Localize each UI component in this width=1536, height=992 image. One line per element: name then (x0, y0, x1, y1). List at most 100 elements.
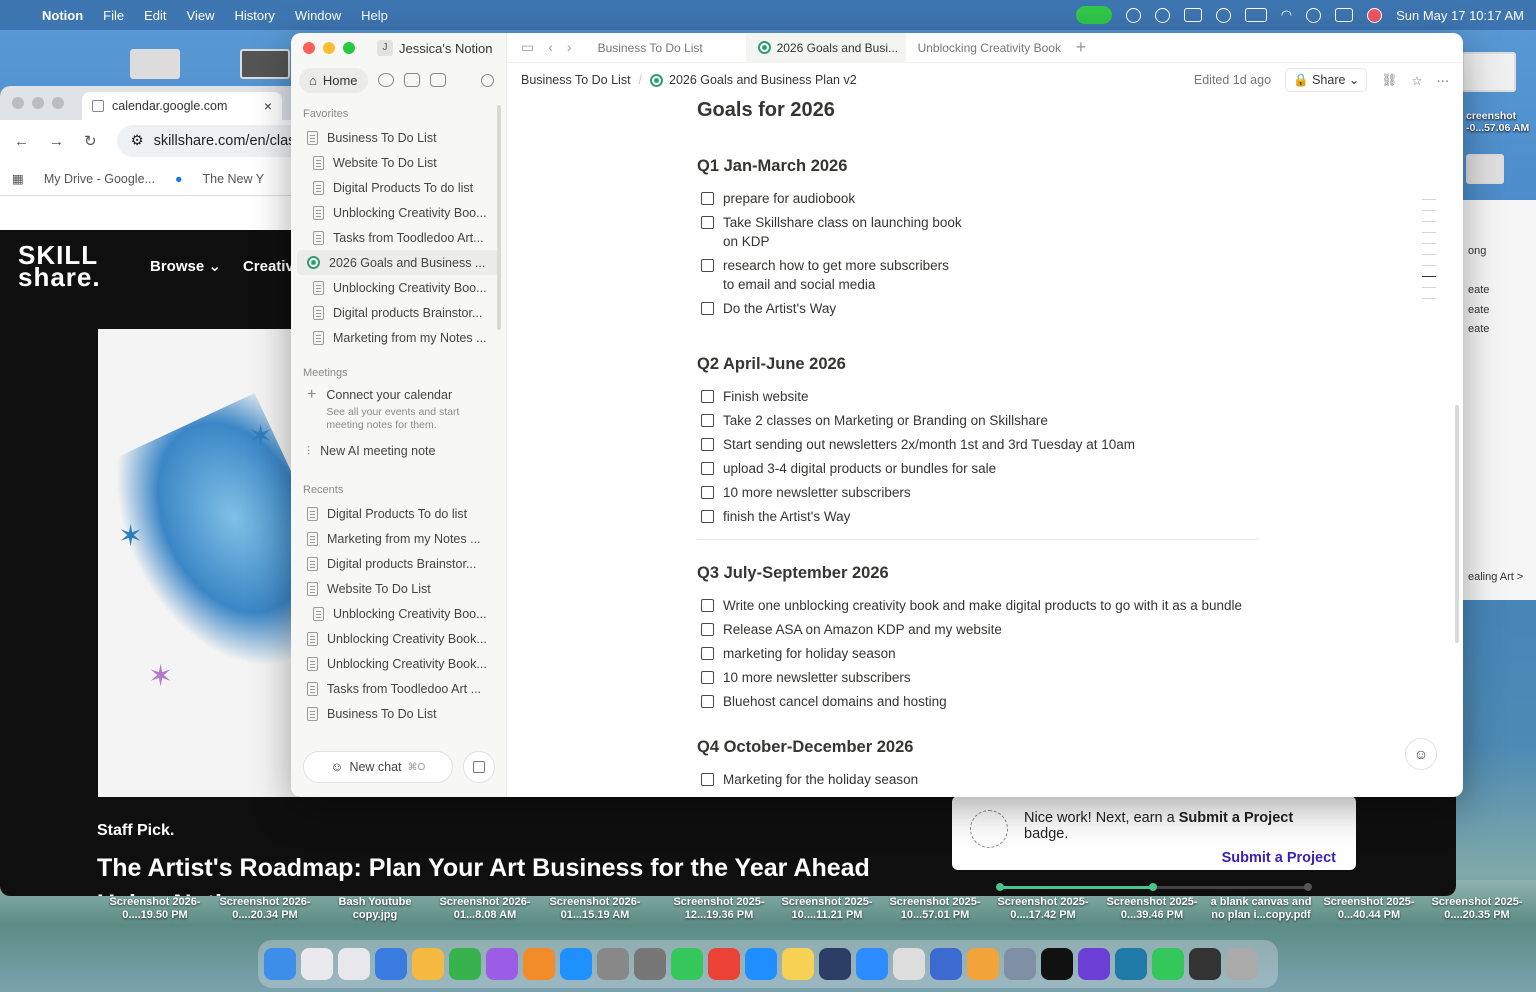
dock-app-icon[interactable] (449, 948, 481, 980)
todo-text[interactable]: upload 3-4 digital products or bundles f… (723, 459, 996, 478)
facebook-icon[interactable]: ● (175, 172, 183, 186)
favorite-item[interactable]: 2026 Goals and Business ... (297, 250, 500, 275)
search-icon[interactable] (1306, 7, 1322, 23)
breadcrumb-parent[interactable]: Business To Do List (521, 73, 631, 87)
zoom-button[interactable] (343, 42, 355, 54)
todo-text[interactable]: Bluehost cancel domains and hosting (723, 692, 947, 711)
todo-text[interactable]: Do the Artist's Way (723, 299, 836, 318)
dock-app-icon[interactable] (301, 948, 333, 980)
desktop-file[interactable]: Screenshot 2026-0....19.50 PM (100, 896, 210, 922)
site-info-icon[interactable]: ⚙ (131, 133, 144, 149)
dock-app-icon[interactable] (967, 948, 999, 980)
todo-checkbox[interactable] (701, 671, 714, 684)
favorite-item[interactable]: Marketing from my Notes ... (291, 325, 506, 350)
todo-text[interactable]: 10 more newsletter subscribers (723, 483, 911, 502)
desktop-thumbnail[interactable] (130, 49, 180, 79)
todo-checkbox[interactable] (701, 623, 714, 636)
todo-text[interactable]: prepare for audiobook (723, 189, 855, 208)
chat-icon[interactable] (377, 73, 394, 87)
tab-business-todo[interactable]: Business To Do List (586, 33, 746, 63)
connect-calendar-item[interactable]: + Connect your calendar See all your even… (291, 384, 506, 436)
todo-text[interactable]: Release ASA on Amazon KDP and my website (723, 620, 1002, 639)
todo-checkbox[interactable] (701, 695, 714, 708)
desktop-file[interactable]: a blank canvas and no plan i...copy.pdf (1206, 896, 1316, 922)
recent-item[interactable]: Marketing from my Notes ... (291, 526, 506, 551)
tab-unblocking-creativity[interactable]: Unblocking Creativity Book (906, 33, 1066, 63)
menu-file[interactable]: File (103, 8, 124, 23)
bookmark-nyt[interactable]: The New Y (203, 172, 265, 186)
recent-item[interactable]: Website To Do List (291, 576, 506, 601)
dock-app-icon[interactable] (1078, 948, 1110, 980)
breadcrumb-current[interactable]: 2026 Goals and Business Plan v2 (669, 73, 857, 87)
toc-line[interactable] (1422, 221, 1436, 222)
menu-help[interactable]: Help (361, 8, 388, 23)
dock-app-icon[interactable] (486, 948, 518, 980)
share-button[interactable]: 🔒 Share ⌄ (1285, 68, 1368, 92)
dock-app-icon[interactable] (671, 948, 703, 980)
dock-app-icon[interactable] (338, 948, 370, 980)
play-icon[interactable] (1215, 7, 1231, 23)
todo-text[interactable]: Write one unblocking creativity book and… (723, 596, 1242, 615)
menu-view[interactable]: View (187, 8, 215, 23)
sidebar-toggle-icon[interactable]: ▭ (521, 39, 534, 56)
recent-item[interactable]: Unblocking Creativity Boo... (291, 601, 506, 626)
compose-button[interactable] (463, 751, 495, 783)
favorite-item[interactable]: Business To Do List (291, 125, 506, 150)
toc-line[interactable] (1422, 243, 1436, 244)
bookmark-drive[interactable]: My Drive - Google... (44, 172, 155, 186)
nav-browse[interactable]: Browse ⌄ (150, 257, 221, 275)
screen-mirroring-icon[interactable] (1125, 7, 1141, 23)
todo-text[interactable]: marketing for holiday season (723, 644, 896, 663)
desktop-file[interactable]: Screenshot 2026-01...8.08 AM (430, 896, 540, 922)
workspace-switcher[interactable]: J Jessica's Notion (377, 40, 493, 56)
favorite-item[interactable]: Unblocking Creativity Boo... (291, 200, 506, 225)
todo-text[interactable]: Start sending out newsletters 2x/month 1… (723, 435, 1135, 454)
home-button[interactable]: ⌂ Home (299, 67, 368, 93)
todo-checkbox[interactable] (701, 486, 714, 499)
desktop-thumbnail[interactable] (240, 49, 290, 79)
recent-item[interactable]: Digital products Brainstor... (291, 551, 506, 576)
notion-ai-button[interactable]: ☺ (1405, 738, 1437, 770)
forward-icon[interactable]: → (49, 133, 64, 150)
todo-checkbox[interactable] (701, 216, 714, 229)
desktop-file[interactable]: Screenshot 2025-0...40.44 PM (1314, 896, 1424, 922)
close-tab-icon[interactable]: × (264, 98, 272, 114)
dock-app-icon[interactable] (523, 948, 555, 980)
toc-line[interactable] (1422, 254, 1436, 255)
toc-line[interactable] (1422, 265, 1436, 266)
inbox-icon[interactable] (429, 73, 446, 87)
status-app-icon[interactable] (1154, 7, 1170, 23)
todo-text[interactable]: research how to get more subscribers to … (723, 256, 955, 294)
close-button[interactable] (12, 97, 24, 109)
link-icon[interactable]: ⛓ (1381, 73, 1397, 88)
todo-checkbox[interactable] (701, 390, 714, 403)
todo-text[interactable]: finish the Artist's Way (723, 507, 850, 526)
desktop-thumbnail[interactable] (1466, 154, 1504, 184)
dock-app-icon[interactable] (893, 948, 925, 980)
desktop-file[interactable]: Screenshot 2026-0....20.34 PM (210, 896, 320, 922)
desktop-file[interactable]: Screenshot 2025-10....11.21 PM (772, 896, 882, 922)
menu-edit[interactable]: Edit (144, 8, 166, 23)
dock-app-icon[interactable] (856, 948, 888, 980)
recent-item[interactable]: Tasks from Toodledoo Art ... (291, 676, 506, 701)
dock-app-icon[interactable] (264, 948, 296, 980)
dock-app-icon[interactable] (1041, 948, 1073, 980)
menu-clock[interactable]: Sun May 17 10:17 AM (1396, 8, 1524, 23)
toc-line[interactable] (1422, 210, 1436, 211)
dock-app-icon[interactable] (782, 948, 814, 980)
toc-line[interactable] (1422, 287, 1436, 288)
back-icon[interactable]: ‹ (548, 39, 553, 56)
favorite-item[interactable]: Tasks from Toodledoo Art... (291, 225, 506, 250)
browser-tab[interactable]: calendar.google.com × (82, 92, 282, 120)
todo-checkbox[interactable] (701, 773, 714, 786)
desktop-file[interactable]: Screenshot 2025-0...39.46 PM (1097, 896, 1207, 922)
siri-icon[interactable] (1367, 7, 1383, 23)
search-icon[interactable] (481, 73, 494, 87)
apps-grid-icon[interactable]: ▦ (12, 171, 24, 186)
notion-status-icon[interactable] (1183, 8, 1202, 22)
control-center-icon[interactable] (1335, 8, 1354, 22)
new-chat-button[interactable]: ☺ New chat ⌘O (303, 751, 453, 783)
todo-checkbox[interactable] (701, 259, 714, 272)
dock-app-icon[interactable] (745, 948, 777, 980)
minimize-button[interactable] (32, 97, 44, 109)
